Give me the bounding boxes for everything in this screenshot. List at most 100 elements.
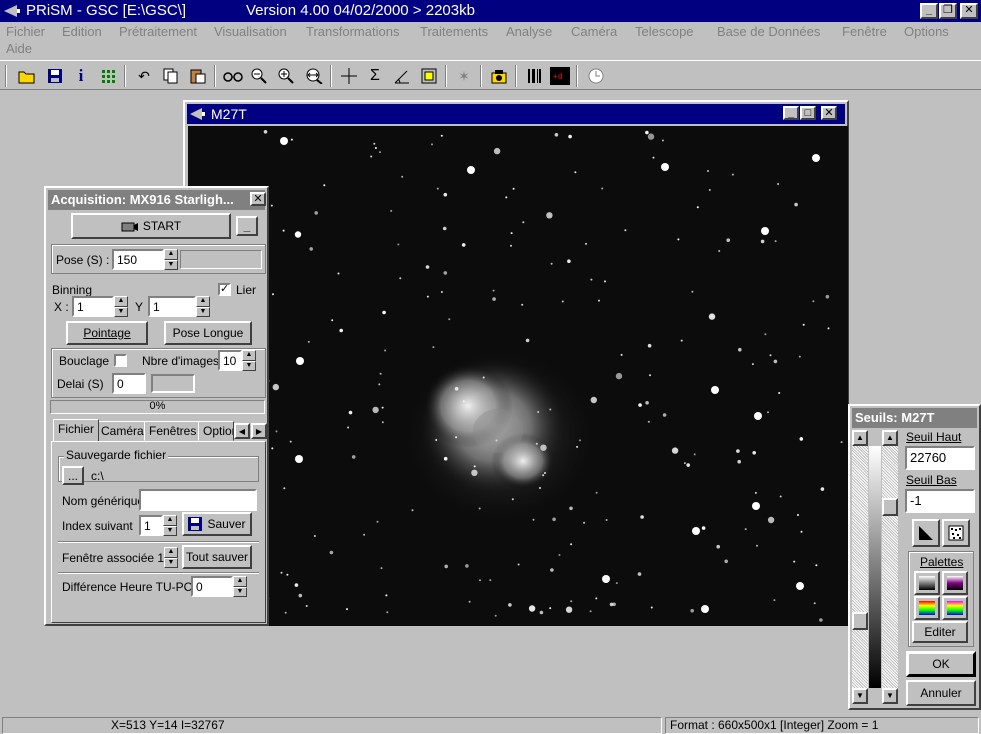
menu-camera[interactable]: Caméra <box>571 24 617 39</box>
tab-scroll-right-button[interactable]: ▶ <box>251 423 267 439</box>
tab-fenetres[interactable]: Fenêtres <box>144 421 202 441</box>
seuil-haut-scrollbar[interactable]: ▲ ▼ <box>882 430 898 704</box>
astro-image-canvas[interactable] <box>188 126 848 626</box>
pose-input[interactable]: 150 <box>112 249 164 270</box>
menu-transformations[interactable]: Transformations <box>306 24 399 39</box>
scroll-thumb[interactable] <box>882 498 898 516</box>
sigma-icon[interactable]: Σ <box>364 65 386 87</box>
start-button[interactable]: START <box>71 213 231 239</box>
menu-fichier[interactable]: Fichier <box>6 24 45 39</box>
menu-visualisation[interactable]: Visualisation <box>214 24 287 39</box>
seuil-haut-input[interactable]: 22760 <box>905 446 975 470</box>
palette-purple-button[interactable] <box>942 571 968 595</box>
lier-checkbox[interactable]: ✓ <box>218 283 231 296</box>
image-close-button[interactable]: ✕ <box>821 106 837 120</box>
fenetre-associee-spinner[interactable]: ▲ ▼ <box>164 547 178 568</box>
info-icon[interactable]: i <box>70 65 92 87</box>
pose-longue-button[interactable]: Pose Longue <box>164 321 252 345</box>
pose-spinner[interactable]: ▲ ▼ <box>164 249 178 270</box>
open-folder-icon[interactable] <box>16 65 38 87</box>
menu-pretraitement[interactable]: Prétraitement <box>119 24 197 39</box>
collapse-button[interactable]: _ <box>236 216 258 236</box>
clock-icon[interactable] <box>585 65 607 87</box>
tout-sauver-button[interactable]: Tout sauver <box>182 545 252 569</box>
minimize-button[interactable]: _ <box>920 3 938 19</box>
star <box>565 606 573 613</box>
scroll-down-button[interactable]: ▼ <box>882 688 898 704</box>
undo-icon[interactable]: ↶ <box>133 65 155 87</box>
auto-threshold-button[interactable] <box>912 519 940 547</box>
nbre-images-spinner[interactable]: ▲ ▼ <box>242 350 256 371</box>
menu-traitements[interactable]: Traitements <box>420 24 488 39</box>
index-input[interactable]: 1 <box>139 515 163 536</box>
tab-scroll-left-button[interactable]: ◀ <box>234 423 250 439</box>
palette-rainbow-button[interactable] <box>914 596 940 620</box>
editer-button[interactable]: Editer <box>912 621 968 643</box>
seuil-bas-scrollbar[interactable]: ▲ ▼ <box>852 430 868 704</box>
scroll-up-button[interactable]: ▲ <box>882 430 898 446</box>
barcode-icon[interactable] <box>523 65 545 87</box>
scroll-thumb[interactable] <box>852 612 868 630</box>
binning-y-input[interactable]: 1 <box>148 296 196 317</box>
ok-button[interactable]: OK <box>906 651 976 677</box>
histogram-button[interactable] <box>942 519 970 547</box>
frame-icon[interactable] <box>418 65 440 87</box>
star <box>799 437 804 441</box>
copy-icon[interactable] <box>159 65 181 87</box>
binning-x-spinner[interactable]: ▲ ▼ <box>114 296 128 317</box>
nbre-images-input[interactable]: 10 <box>218 350 242 371</box>
close-button[interactable]: ✕ <box>960 3 978 19</box>
seuil-bas-input[interactable]: -1 <box>905 489 975 513</box>
glasses-icon[interactable] <box>222 65 244 87</box>
crosshair-icon[interactable] <box>338 65 360 87</box>
display-icon[interactable]: +d <box>549 65 571 87</box>
annuler-button[interactable]: Annuler <box>906 680 976 706</box>
diff-heure-spinner[interactable]: ▲ ▼ <box>233 576 247 597</box>
tab-fichier[interactable]: Fichier <box>53 419 100 441</box>
binning-x-input[interactable]: 1 <box>72 296 114 317</box>
binning-y-spinner[interactable]: ▲ ▼ <box>196 296 210 317</box>
delai-input[interactable]: 0 <box>112 373 146 394</box>
image-maximize-button[interactable]: □ <box>800 106 816 120</box>
diff-heure-input[interactable]: 0 <box>191 576 233 597</box>
paste-icon[interactable] <box>187 65 209 87</box>
star <box>411 509 414 512</box>
star-icon[interactable]: ✶ <box>453 65 475 87</box>
grid-icon[interactable] <box>97 65 119 87</box>
menu-aide[interactable]: Aide <box>6 41 32 56</box>
nom-generique-input[interactable] <box>139 489 257 511</box>
zoom-fit-icon[interactable] <box>303 65 325 87</box>
palette-spectrum-button[interactable] <box>942 596 968 620</box>
star <box>382 310 386 315</box>
image-minimize-button[interactable]: _ <box>783 106 799 120</box>
zoom-in-icon[interactable] <box>275 65 297 87</box>
pointage-button[interactable]: Pointage <box>66 321 148 345</box>
index-spinner[interactable]: ▲ ▼ <box>163 515 177 536</box>
star <box>585 242 587 245</box>
angle-icon[interactable] <box>391 65 413 87</box>
restore-button[interactable]: ❐ <box>939 3 957 19</box>
star <box>492 297 496 301</box>
tab-camera[interactable]: Caméra <box>96 421 149 441</box>
menu-options[interactable]: Options <box>904 24 949 39</box>
menu-telescope[interactable]: Telescope <box>635 24 694 39</box>
zoom-out-icon[interactable] <box>248 65 270 87</box>
acquisition-progress-bar: 0% <box>50 400 265 414</box>
camera-icon[interactable] <box>488 65 510 87</box>
palette-grey-button[interactable] <box>914 571 940 595</box>
scroll-down-button[interactable]: ▼ <box>852 688 868 704</box>
scroll-up-button[interactable]: ▲ <box>852 430 868 446</box>
star <box>774 240 777 243</box>
menu-edition[interactable]: Edition <box>62 24 102 39</box>
bouclage-checkbox[interactable] <box>114 354 127 367</box>
star <box>612 602 616 607</box>
tab-option[interactable]: Option <box>198 421 234 441</box>
menu-fenetre[interactable]: Fenêtre <box>842 24 887 39</box>
save-disk-icon[interactable] <box>44 65 66 87</box>
acquisition-close-button[interactable]: ✕ <box>250 192 266 206</box>
sauver-button[interactable]: Sauver <box>182 512 252 536</box>
menu-analyse[interactable]: Analyse <box>506 24 552 39</box>
index-label: Index suivant <box>62 519 133 533</box>
menu-base-de-donnees[interactable]: Base de Données <box>717 24 820 39</box>
browse-button[interactable]: ... <box>62 466 84 485</box>
